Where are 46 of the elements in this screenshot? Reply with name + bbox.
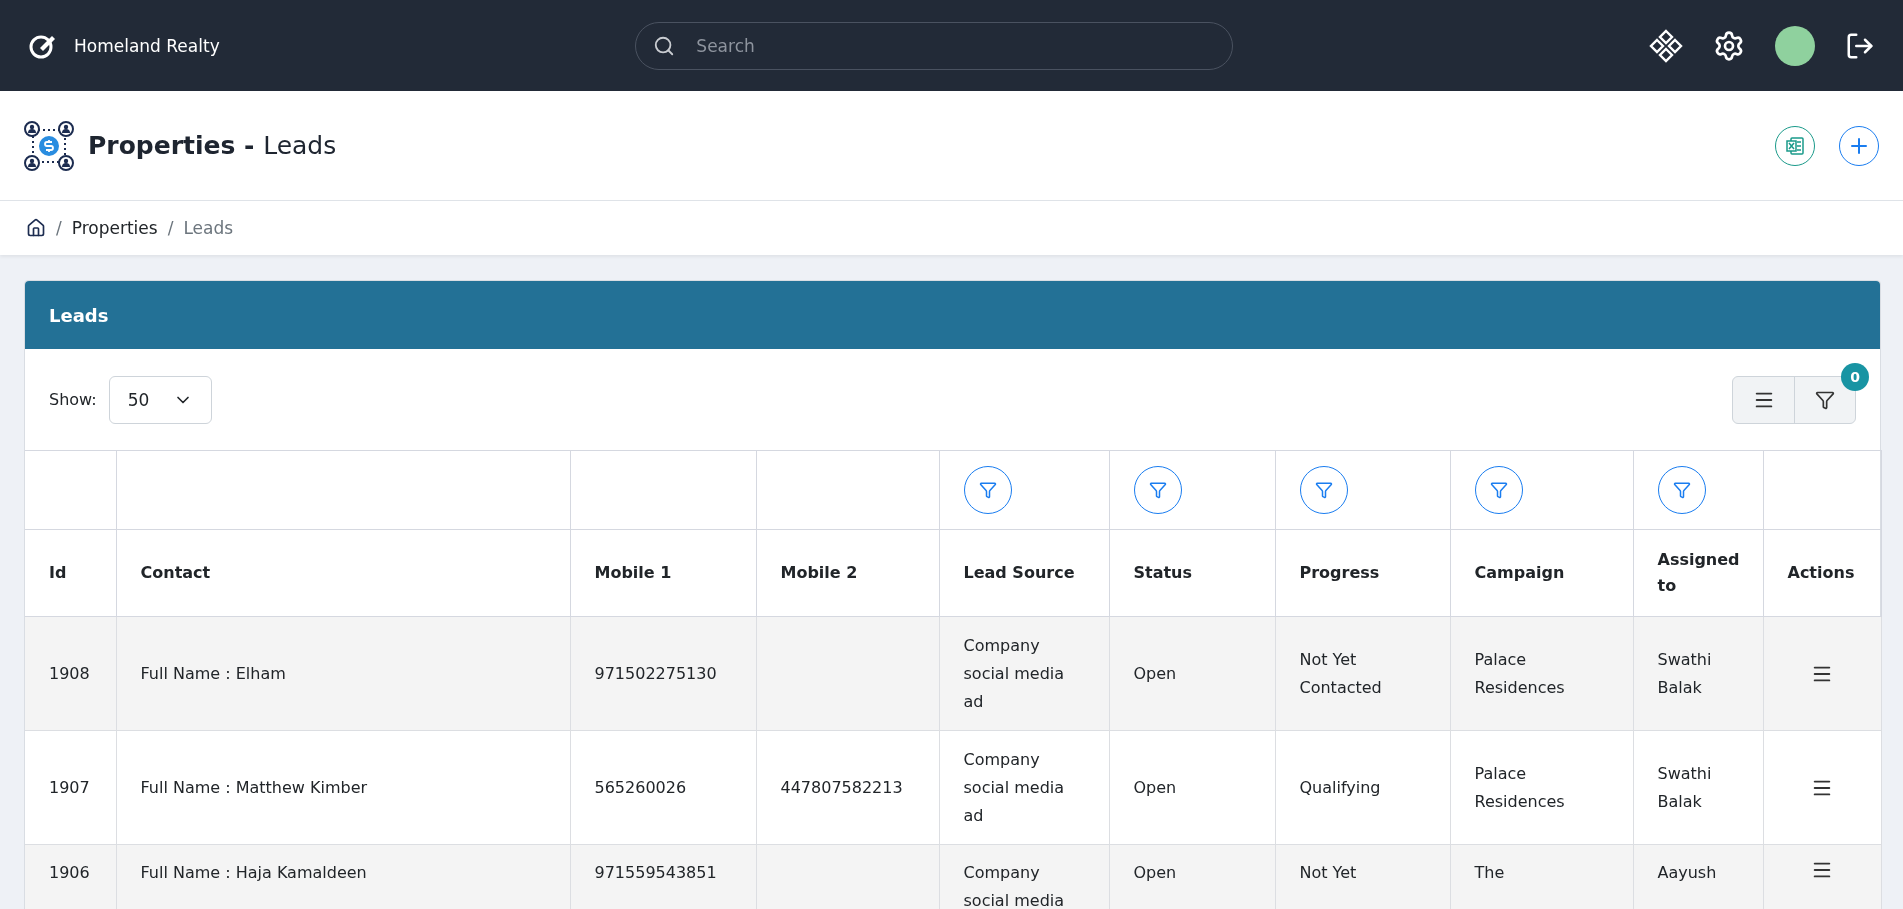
filter-count-badge: 0: [1841, 362, 1869, 391]
table-cell: Company social media ad: [963, 749, 1065, 825]
table-cell: Not Yet: [1299, 863, 1357, 882]
table-cell: Full Name : Matthew Kimber: [140, 777, 368, 797]
column-header: Mobile 2: [780, 563, 858, 583]
table-cell: Qualifying: [1299, 777, 1381, 797]
column-header: Actions: [1787, 563, 1855, 583]
table-cell: 971559543851: [594, 863, 717, 882]
table-cell: Palace Residences: [1474, 763, 1565, 811]
table-cell: 447807582213: [780, 777, 903, 797]
table-cell: Open: [1133, 663, 1177, 683]
table-cell: Company social media: [963, 863, 1065, 909]
column-header: Campaign: [1474, 563, 1565, 583]
column-header: Assigned to: [1657, 550, 1740, 595]
table-cell: 1907: [49, 777, 90, 797]
table-cell: Swathi Balak: [1657, 763, 1712, 811]
breadcrumb-separator: /: [56, 218, 62, 238]
column-header: Mobile 1: [594, 563, 672, 583]
table-cell: Not Yet Contacted: [1299, 649, 1382, 697]
table-cell: 565260026: [594, 777, 687, 797]
table-cell: 971502275130: [594, 663, 717, 683]
page-title: Properties - Leads: [88, 131, 337, 160]
table-cell: Palace Residences: [1474, 649, 1565, 697]
column-header: Id: [49, 563, 67, 583]
column-header: Contact: [140, 563, 211, 583]
table-cell: The: [1474, 863, 1505, 882]
search-field[interactable]: Search: [635, 21, 1234, 70]
table-cell: Open: [1133, 863, 1177, 882]
column-header: Progress: [1299, 563, 1380, 583]
table-cell: Full Name : Haja Kamaldeen: [140, 863, 367, 882]
table-cell: 1906: [49, 863, 90, 882]
show-label: Show:: [49, 390, 97, 409]
table-cell: Full Name : Elham: [140, 663, 286, 683]
column-header: Lead Source: [963, 563, 1075, 583]
brand-name: Homeland Realty: [74, 35, 220, 56]
table-cell: Swathi Balak: [1657, 649, 1712, 697]
column-header: Status: [1133, 563, 1193, 583]
page-size-select[interactable]: 50: [108, 375, 212, 424]
table-cell: Open: [1133, 777, 1177, 797]
card-title: Leads: [25, 281, 1880, 349]
breadcrumb-separator: /: [167, 218, 174, 238]
table-cell: 1908: [49, 663, 90, 683]
table-cell: Aayush: [1657, 863, 1717, 882]
table-cell: Company social media ad: [963, 635, 1065, 711]
breadcrumb-link[interactable]: Properties: [71, 218, 158, 238]
breadcrumb-link[interactable]: Leads: [183, 218, 234, 238]
